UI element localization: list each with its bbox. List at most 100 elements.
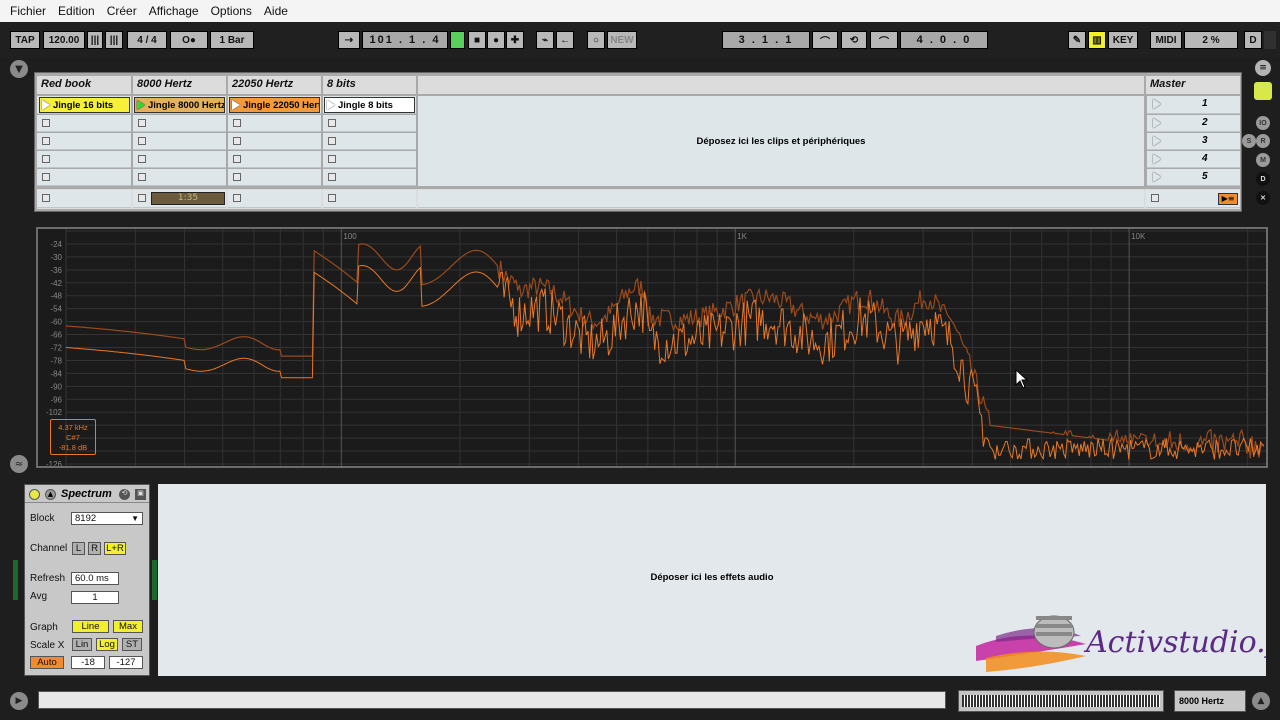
scalex-log-button[interactable]: Log (96, 638, 118, 651)
punch-in-icon[interactable]: ⌒ (812, 31, 838, 49)
stop-slot-icon[interactable] (233, 137, 241, 145)
clip-slot[interactable] (228, 169, 321, 186)
clip-slot[interactable] (133, 169, 226, 186)
menu-lines-icon[interactable]: ≡ (1255, 60, 1271, 76)
track-stop[interactable] (37, 190, 131, 208)
stop-slot-icon[interactable] (233, 119, 241, 127)
stop-slot-icon[interactable] (138, 119, 146, 127)
audio-effects-drop-zone[interactable]: Déposer ici les effets audio Activstudio… (158, 484, 1266, 676)
scene-3[interactable]: 3 (1147, 133, 1240, 150)
graph-max-button[interactable]: Max (113, 620, 143, 633)
menu-options[interactable]: Options (205, 4, 258, 18)
clip-overview[interactable] (958, 690, 1164, 712)
clip-slot[interactable] (323, 133, 416, 150)
loop-switch-icon[interactable]: ⟲ (841, 31, 867, 49)
stop-slot-icon[interactable] (138, 173, 146, 181)
stop-slot-icon[interactable] (328, 155, 336, 163)
stop-slot-icon[interactable] (138, 155, 146, 163)
graph-line-button[interactable]: Line (72, 620, 109, 633)
track-stop[interactable] (228, 190, 321, 208)
stop-slot-icon[interactable] (42, 119, 50, 127)
arrangement-position-field[interactable]: 101 . 1 . 4 (362, 31, 448, 49)
avg-field[interactable]: 1 (71, 591, 119, 604)
clip-slot[interactable] (133, 133, 226, 150)
automation-arm-button[interactable]: ⌁ (536, 31, 554, 49)
clip-slot[interactable] (323, 151, 416, 168)
wave-icon[interactable]: ≈ (10, 455, 28, 473)
range-high-field[interactable]: -18 (71, 656, 105, 669)
menu-edition[interactable]: Edition (52, 4, 101, 18)
stop-slot-icon[interactable] (42, 155, 50, 163)
chevron-up-icon[interactable]: ▲ (1252, 692, 1270, 710)
block-select[interactable]: 8192 ▼ (71, 512, 143, 525)
stop-all-clips-icon[interactable]: ▶≡ (1218, 193, 1238, 205)
scene-launch-icon[interactable] (1153, 118, 1161, 128)
computer-midi-keyboard-icon[interactable]: ▥ (1088, 31, 1106, 49)
auto-range-button[interactable]: Auto (30, 656, 64, 669)
crossfade-icon[interactable]: ✕ (1256, 191, 1270, 205)
track-header-red-book[interactable]: Red book (37, 76, 131, 94)
device-hotswap-icon[interactable]: ⟲ (119, 489, 130, 500)
loop-start-field[interactable]: 3 . 1 . 1 (722, 31, 810, 49)
follow-icon[interactable]: ⇢ (338, 31, 360, 49)
scene-4[interactable]: 4 (1147, 151, 1240, 168)
nudge-down-icon[interactable]: ||| (87, 31, 103, 49)
scene-launch-icon[interactable] (1153, 154, 1161, 164)
sends-icon[interactable]: S (1242, 134, 1256, 148)
device-power-icon[interactable] (29, 489, 40, 500)
track-header-22050[interactable]: 22050 Hertz (228, 76, 321, 94)
stop-slot-icon[interactable] (328, 119, 336, 127)
quantize-menu[interactable]: 1 Bar (210, 31, 254, 49)
stop-slot-icon[interactable] (138, 137, 146, 145)
track-header-8bits[interactable]: 8 bits (323, 76, 416, 94)
play-button[interactable]: ▶ (450, 31, 465, 49)
stop-slot-icon[interactable] (42, 173, 50, 181)
range-low-field[interactable]: -127 (109, 656, 143, 669)
clip-jingle-16-bits[interactable]: Jingle 16 bits (39, 97, 130, 113)
clip-jingle-22050-hertz[interactable]: Jingle 22050 Hertz (229, 97, 320, 113)
drop-zone[interactable]: Déposez ici les clips et périphériques (418, 96, 1144, 186)
scene-1[interactable]: 1 (1147, 96, 1240, 114)
tap-button[interactable]: TAP (10, 31, 40, 49)
device-fold-icon[interactable]: ▲ (45, 489, 56, 500)
clip-slot[interactable] (323, 169, 416, 186)
time-signature-field[interactable]: 4 / 4 (127, 31, 167, 49)
clip-slot[interactable] (323, 115, 416, 132)
channel-l-button[interactable]: L (72, 542, 85, 555)
stop-all-icon[interactable] (138, 194, 146, 202)
scene-launch-icon[interactable] (1153, 172, 1161, 182)
clip-play-icon[interactable] (327, 100, 335, 110)
loop-length-field[interactable]: 4 . 0 . 0 (900, 31, 988, 49)
stop-slot-icon[interactable] (328, 173, 336, 181)
menu-fichier[interactable]: Fichier (4, 4, 52, 18)
clip-jingle-8-bits[interactable]: Jingle 8 bits (324, 97, 415, 113)
scene-launch-icon[interactable] (1153, 136, 1161, 146)
new-button[interactable]: NEW (607, 31, 637, 49)
midi-map-button[interactable]: MIDI (1150, 31, 1182, 49)
scalex-st-button[interactable]: ST (122, 638, 142, 651)
stop-all-icon[interactable] (328, 194, 336, 202)
menu-creer[interactable]: Créer (101, 4, 143, 18)
clip-slot[interactable] (37, 151, 131, 168)
overdub-button[interactable]: ✚ (506, 31, 524, 49)
clip-play-icon[interactable] (137, 100, 145, 110)
draw-mode-pencil-icon[interactable]: ✎ (1068, 31, 1086, 49)
scene-launch-icon[interactable] (1153, 99, 1161, 109)
menu-affichage[interactable]: Affichage (143, 4, 205, 18)
delay-icon[interactable]: D (1256, 172, 1270, 186)
chevron-down-icon[interactable]: ▼ (10, 60, 28, 78)
back-to-arrangement-button[interactable]: ← (556, 31, 574, 49)
stop-slot-icon[interactable] (42, 137, 50, 145)
record-button[interactable]: ● (487, 31, 505, 49)
stop-button[interactable]: ■ (468, 31, 486, 49)
punch-out-icon[interactable]: ⌒ (870, 31, 898, 49)
clip-slot[interactable] (228, 115, 321, 132)
tempo-field[interactable]: 120.00 (43, 31, 85, 49)
track-header-8000[interactable]: 8000 Hertz (133, 76, 226, 94)
mixer-icon[interactable]: M (1256, 153, 1270, 167)
io-icon[interactable]: IO (1256, 116, 1270, 130)
clip-slot[interactable] (228, 151, 321, 168)
session-view-icon[interactable] (1254, 82, 1272, 100)
menu-aide[interactable]: Aide (258, 4, 294, 18)
returns-icon[interactable]: R (1256, 134, 1270, 148)
